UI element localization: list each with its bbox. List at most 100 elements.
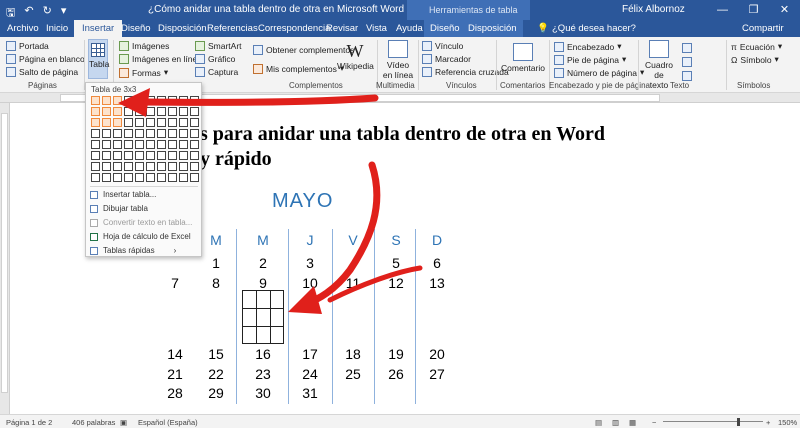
zoom-slider[interactable] — [663, 421, 763, 422]
tabla-button[interactable]: Tabla — [88, 39, 109, 79]
grid-cell[interactable] — [102, 162, 111, 171]
close-button[interactable]: ✕ — [769, 0, 800, 20]
grid-cell[interactable] — [168, 151, 177, 160]
grid-cell[interactable] — [113, 107, 122, 116]
grid-cell[interactable] — [157, 118, 166, 127]
page-count[interactable]: Página 1 de 2 — [6, 418, 52, 427]
grid-cell[interactable] — [179, 118, 188, 127]
grid-cell[interactable] — [157, 140, 166, 149]
grid-cell[interactable] — [102, 151, 111, 160]
grid-cell[interactable] — [179, 151, 188, 160]
tab-insertar[interactable]: Insertar — [74, 20, 123, 37]
encabezado-button[interactable]: Encabezado ▾ — [554, 41, 622, 52]
grid-cell[interactable] — [102, 96, 111, 105]
grid-cell[interactable] — [146, 96, 155, 105]
grid-cell[interactable] — [146, 129, 155, 138]
grid-cell[interactable] — [190, 118, 199, 127]
grid-cell[interactable] — [91, 173, 100, 182]
grid-cell[interactable] — [91, 151, 100, 160]
blank-page-button[interactable]: Página en blanco — [6, 54, 85, 64]
zoom-in-button[interactable]: + — [766, 418, 770, 427]
read-mode-icon[interactable]: ▤ — [595, 418, 602, 427]
grid-cell[interactable] — [124, 162, 133, 171]
marcador-button[interactable]: Marcador — [422, 54, 471, 64]
page-number-button[interactable]: Número de página ▾ — [554, 67, 644, 78]
grid-cell[interactable] — [124, 107, 133, 116]
grid-cell[interactable] — [168, 96, 177, 105]
grid-cell[interactable] — [91, 118, 100, 127]
grid-cell[interactable] — [91, 107, 100, 116]
footer-button[interactable]: Pie de página ▾ — [554, 54, 626, 65]
grid-cell[interactable] — [146, 151, 155, 160]
grid-cell[interactable] — [190, 107, 199, 116]
grid-cell[interactable] — [113, 162, 122, 171]
grid-cell[interactable] — [146, 118, 155, 127]
tell-me-search[interactable]: ¿Qué desea hacer? — [552, 23, 636, 34]
grid-cell[interactable] — [135, 162, 144, 171]
grid-cell[interactable] — [157, 96, 166, 105]
grid-cell[interactable] — [91, 162, 100, 171]
grid-cell[interactable] — [135, 173, 144, 182]
grid-cell[interactable] — [124, 118, 133, 127]
tab-revisar[interactable]: Revisar — [326, 23, 358, 34]
zoom-level[interactable]: 150% — [778, 418, 797, 427]
my-addins-button[interactable]: Mis complementos ▾ — [253, 63, 344, 74]
grid-cell[interactable] — [124, 140, 133, 149]
symbol-button[interactable]: Ω Símbolo ▾ — [731, 54, 779, 65]
grafico-button[interactable]: Gráfico — [195, 54, 235, 64]
zoom-out-button[interactable]: − — [652, 418, 656, 427]
grid-cell[interactable] — [113, 151, 122, 160]
page-break-button[interactable]: Salto de página — [6, 67, 78, 77]
print-layout-icon[interactable]: ▥ — [612, 418, 619, 427]
grid-cell[interactable] — [146, 140, 155, 149]
grid-cell[interactable] — [157, 162, 166, 171]
grid-cell[interactable] — [135, 107, 144, 116]
tab-inicio[interactable]: Inicio — [46, 23, 68, 34]
grid-cell[interactable] — [168, 140, 177, 149]
imagenes-button[interactable]: Imágenes — [119, 41, 169, 51]
vinculo-button[interactable]: Vínculo — [422, 41, 463, 51]
share-button[interactable]: Compartir — [742, 23, 784, 34]
equation-button[interactable]: π Ecuación ▾ — [731, 41, 782, 52]
smartart-button[interactable]: SmartArt — [195, 41, 242, 51]
grid-cell[interactable] — [168, 162, 177, 171]
draw-table-item[interactable]: Dibujar tabla — [90, 204, 148, 213]
tab-disposicion-tabla[interactable]: Disposición — [462, 20, 523, 37]
grid-cell[interactable] — [135, 96, 144, 105]
grid-cell[interactable] — [113, 140, 122, 149]
grid-cell[interactable] — [146, 173, 155, 182]
tab-correspondencia[interactable]: Correspondencia — [258, 23, 330, 34]
grid-cell[interactable] — [179, 162, 188, 171]
text-tools[interactable] — [682, 43, 692, 81]
grid-cell[interactable] — [190, 162, 199, 171]
tab-disposicion[interactable]: Disposición — [158, 23, 207, 34]
grid-cell[interactable] — [102, 118, 111, 127]
grid-cell[interactable] — [135, 151, 144, 160]
grid-cell[interactable] — [102, 107, 111, 116]
grid-cell[interactable] — [157, 151, 166, 160]
grid-cell[interactable] — [91, 129, 100, 138]
grid-cell[interactable] — [190, 96, 199, 105]
grid-cell[interactable] — [113, 118, 122, 127]
vertical-ruler[interactable] — [0, 103, 10, 414]
grid-cell[interactable] — [124, 129, 133, 138]
grid-cell[interactable] — [135, 118, 144, 127]
grid-cell[interactable] — [190, 151, 199, 160]
grid-cell[interactable] — [102, 140, 111, 149]
tab-vista[interactable]: Vista — [366, 23, 387, 34]
grid-cell[interactable] — [190, 140, 199, 149]
tab-diseno-tabla[interactable]: Diseño — [424, 20, 466, 37]
grid-cell[interactable] — [91, 96, 100, 105]
grid-cell[interactable] — [102, 173, 111, 182]
grid-cell[interactable] — [124, 151, 133, 160]
grid-cell[interactable] — [146, 162, 155, 171]
online-images-button[interactable]: Imágenes en línea — [119, 54, 202, 64]
grid-cell[interactable] — [179, 107, 188, 116]
grid-cell[interactable] — [168, 107, 177, 116]
grid-cell[interactable] — [190, 129, 199, 138]
formas-button[interactable]: Formas ▾ — [119, 67, 168, 78]
grid-cell[interactable] — [179, 140, 188, 149]
portada-button[interactable]: Portada — [6, 41, 49, 51]
tab-referencias[interactable]: Referencias — [207, 23, 258, 34]
grid-cell[interactable] — [102, 129, 111, 138]
